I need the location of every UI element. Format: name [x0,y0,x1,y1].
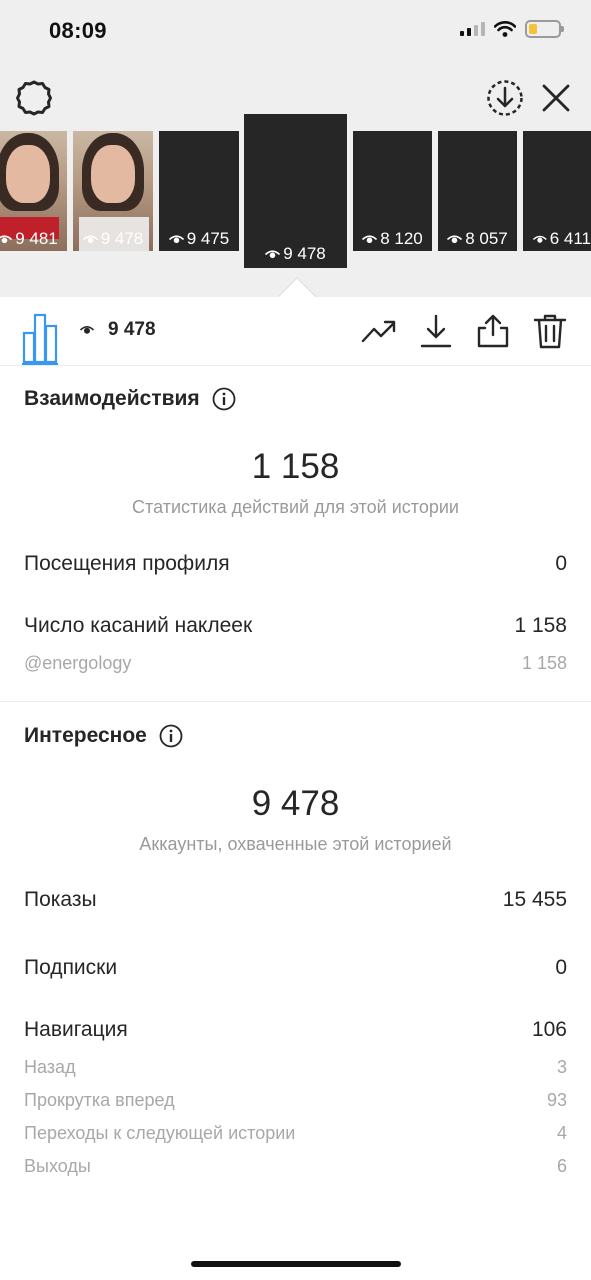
eye-icon [447,234,463,243]
trending-icon[interactable] [361,313,397,349]
download-icon[interactable] [418,313,454,349]
eye-icon [168,234,184,243]
thumbnail-views: 9 478 [244,244,347,264]
section-divider [0,701,591,702]
stat-subrow-back: Назад 3 [24,1057,567,1077]
story-thumbnail[interactable]: 8 057 [438,131,517,251]
thumbnail-views: 6 411 [523,229,591,249]
thumbnail-views: 9 478 [73,229,153,249]
eye-icon [533,235,547,243]
stat-row-profile-visits: Посещения профиля 0 [24,552,567,575]
thumbnail-views: 8 057 [438,229,517,249]
stat-row-navigation: Навигация 106 [24,1018,567,1041]
story-thumbnail[interactable]: 6 411 [523,131,591,251]
bar-chart-icon[interactable] [22,313,58,365]
discovery-caption: Аккаунты, охваченные этой историей [139,834,452,854]
eye-icon [362,234,378,243]
stat-row-follows: Подписки 0 [24,956,567,979]
interactions-section-title: Взаимодействия [24,387,236,411]
story-thumbnail[interactable]: 8 120 [353,131,432,251]
stat-subrow-forward: Прокрутка вперед 93 [24,1090,567,1110]
eye-icon [80,325,94,334]
story-thumbnail[interactable]: 9 481 [0,131,67,251]
trash-icon[interactable] [532,313,568,349]
stat-subrow-mention: @energology 1 158 [24,653,567,673]
stat-subrow-next-story: Переходы к следующей истории 4 [24,1123,567,1143]
insights-toolbar: 9 478 [0,297,591,366]
eye-icon [0,234,13,243]
thumbnail-views: 9 481 [0,229,67,249]
story-thumbnail-selected[interactable]: 9 478 [244,114,347,268]
info-icon[interactable] [212,387,236,411]
story-thumbnail[interactable]: 9 478 [73,131,153,251]
story-thumbnail-strip[interactable]: 9 481 9 478 9 475 9 478 8 120 8 057 6 41… [0,0,591,297]
share-icon[interactable] [475,313,511,349]
home-indicator[interactable] [191,1261,401,1267]
interactions-caption: Статистика действий для этой истории [132,497,459,517]
stat-subrow-exits: Выходы 6 [24,1156,567,1176]
thumbnail-views: 8 120 [353,229,432,249]
stat-row-sticker-taps: Число касаний наклеек 1 158 [24,614,567,637]
interactions-total: 1 158 [251,447,340,486]
story-thumbnail[interactable]: 9 475 [159,131,239,251]
eye-icon [265,249,281,258]
stat-row-impressions: Показы 15 455 [24,888,567,911]
active-tab-underline [22,363,58,365]
views-count: 9 478 [80,319,156,341]
story-strip-area: 08:09 9 481 9 478 9 475 9 478 8 120 8 05… [0,0,591,297]
discovery-section-title: Интересное [24,724,183,748]
info-icon[interactable] [159,724,183,748]
eye-icon [82,234,98,243]
discovery-total: 9 478 [251,784,340,823]
thumbnail-views: 9 475 [159,229,239,249]
